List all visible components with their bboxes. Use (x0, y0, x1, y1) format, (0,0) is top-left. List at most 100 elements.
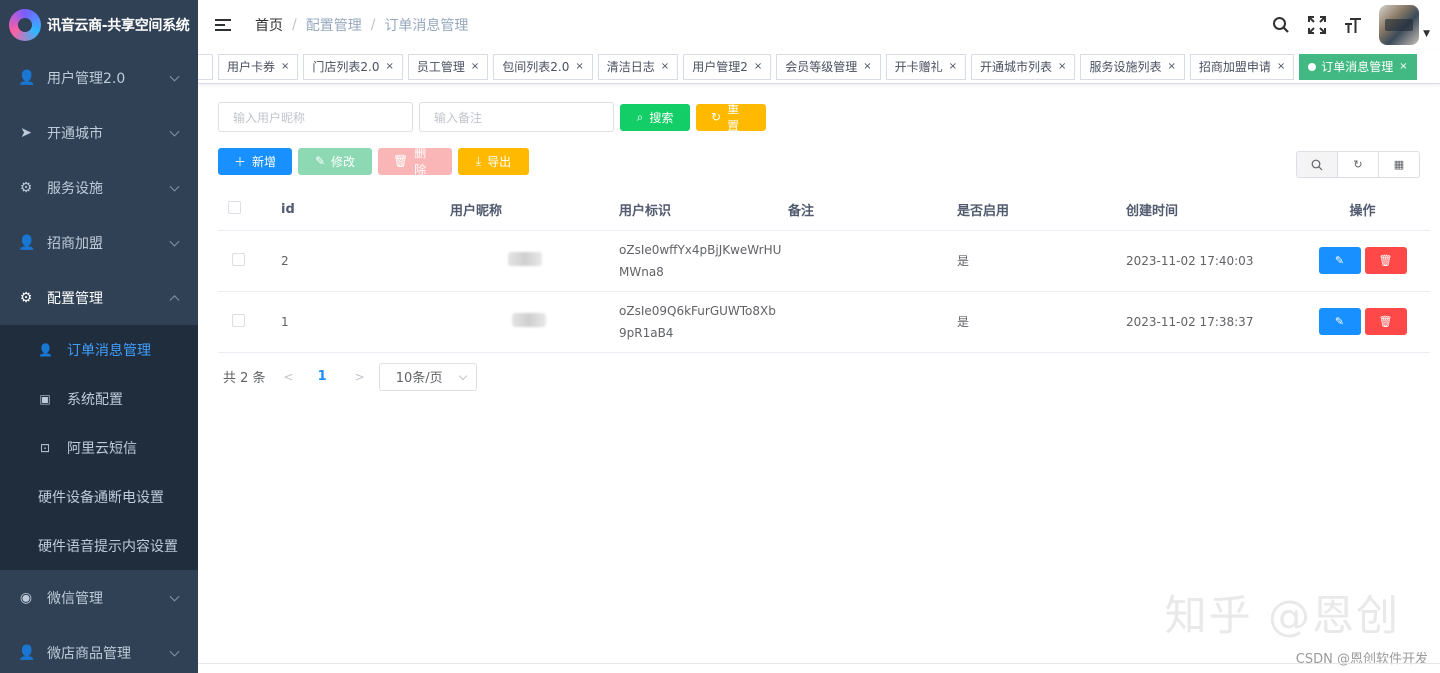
tag-item[interactable]: 清洁日志 × (597, 53, 679, 80)
data-table: id 用户昵称 用户标识 备注 是否启用 创建时间 操作 2 oZsIe0wff… (218, 190, 1430, 353)
export-button[interactable]: ⤓ 导出 (458, 147, 529, 175)
cell-remark (788, 230, 957, 292)
hamburger-icon[interactable] (215, 19, 231, 31)
close-icon[interactable]: × (1399, 55, 1407, 79)
reset-button[interactable]: ↻ 重置 (696, 102, 766, 133)
close-icon[interactable]: × (471, 55, 479, 79)
sidebar-item-label: 硬件语音提示内容设置 (38, 538, 178, 555)
col-identifier: 用户标识 (619, 190, 788, 231)
close-icon[interactable]: × (1277, 55, 1285, 79)
close-icon[interactable]: × (281, 55, 289, 79)
tag-item[interactable]: 开通城市列表 × (971, 53, 1076, 80)
close-icon[interactable]: × (661, 55, 669, 79)
breadcrumb-home[interactable]: 首页 (255, 15, 283, 35)
tag-label: 服务设施列表 (1089, 59, 1162, 74)
refresh-icon: ↻ (1353, 158, 1363, 171)
tag-scroll-stub (198, 53, 213, 80)
tag-label: 订单消息管理 (1321, 59, 1394, 74)
tag-item[interactable]: 用户管理2 × (683, 53, 772, 80)
sidebar-item-aliyun-sms[interactable]: ⊡ 阿里云短信 (0, 423, 198, 472)
sidebar-item-label: 开通城市 (47, 125, 103, 142)
close-icon[interactable]: × (386, 55, 394, 79)
cell-nickname (450, 230, 619, 292)
identifier-line: oZsIe09Q6kFurGUWTo8Xb (619, 303, 776, 318)
row-checkbox[interactable] (232, 252, 245, 266)
edit-button[interactable]: ✎ 修改 (298, 147, 372, 175)
tag-item[interactable]: 门店列表2.0 × (303, 53, 403, 80)
page-number[interactable]: 1 (318, 369, 327, 384)
caret-down-icon[interactable]: ▼ (1423, 29, 1430, 39)
font-size-icon[interactable] (1343, 15, 1363, 35)
tag-label: 开通城市列表 (980, 59, 1053, 74)
sidebar-item-config[interactable]: ⚙ 配置管理 (0, 270, 198, 325)
sidebar-item-label: 服务设施 (47, 180, 103, 197)
sidebar-item-shop-goods[interactable]: 👤 微店商品管理 (0, 625, 198, 673)
sidebar-item-power-settings[interactable]: 硬件设备通断电设置 (0, 472, 198, 521)
tag-item[interactable]: 包间列表2.0 × (493, 53, 593, 80)
tag-item[interactable]: 会员等级管理 × (776, 53, 881, 80)
tag-item[interactable]: 开卡赠礼 × (885, 53, 967, 80)
select-all-checkbox[interactable] (228, 201, 241, 215)
sidebar-item-facilities[interactable]: ⚙ 服务设施 (0, 160, 198, 215)
sidebar-item-order-messages[interactable]: 👤 订单消息管理 (0, 325, 198, 374)
close-icon[interactable]: × (575, 55, 583, 79)
row-delete-button[interactable]: 🗑 (1364, 247, 1407, 274)
add-button[interactable]: ＋ 新增 (218, 147, 292, 175)
tag-label: 员工管理 (416, 59, 465, 74)
toolbar: ＋ 新增 ✎ 修改 🗑 删除 ⤓ 导出 ↻ ▦ (218, 146, 1420, 178)
tag-item[interactable]: 员工管理 × (407, 53, 489, 80)
search-icon[interactable] (1271, 15, 1291, 35)
col-created: 创建时间 (1126, 190, 1295, 231)
plus-icon: ＋ (233, 154, 246, 169)
next-page-icon[interactable]: > (355, 370, 365, 384)
row-delete-button[interactable]: 🗑 (1364, 308, 1407, 335)
prev-page-icon[interactable]: < (284, 370, 294, 384)
table-row: 2 oZsIe0wffYx4pBjJKweWrHU MWna8 是 2023-1… (218, 230, 1430, 292)
sidebar-item-system-config[interactable]: ▣ 系统配置 (0, 374, 198, 423)
sidebar-item-cities[interactable]: ➤ 开通城市 (0, 105, 198, 160)
close-icon[interactable]: × (754, 55, 762, 79)
row-edit-button[interactable]: ✎ (1318, 247, 1361, 274)
row-checkbox[interactable] (232, 313, 245, 327)
wechat-icon: ◉ (19, 589, 33, 606)
close-icon[interactable]: × (863, 55, 871, 79)
close-icon[interactable]: × (1167, 55, 1175, 79)
sidebar-item-label: 阿里云短信 (67, 440, 137, 457)
tag-item-active[interactable]: 订单消息管理 × (1299, 53, 1417, 80)
tag-item[interactable]: 服务设施列表 × (1080, 53, 1185, 80)
search-icon: ⌕ (636, 109, 644, 124)
nickname-input[interactable]: 输入用户昵称 (218, 102, 413, 132)
table-tools: ↻ ▦ (1296, 151, 1420, 178)
close-icon[interactable]: × (949, 55, 957, 79)
grid-icon: ▦ (1393, 158, 1405, 171)
toggle-search-button[interactable] (1296, 151, 1338, 178)
tag-item[interactable]: 招商加盟申请 × (1189, 53, 1295, 80)
tag-item[interactable]: 用户卡券 × (218, 53, 299, 80)
col-nickname: 用户昵称 (450, 190, 619, 231)
export-button-label: 导出 (487, 154, 512, 169)
remark-input[interactable]: 输入备注 (419, 102, 614, 132)
user-icon: 👤 (18, 69, 36, 86)
col-enabled: 是否启用 (957, 190, 1126, 231)
delete-button[interactable]: 🗑 删除 (378, 146, 452, 177)
download-icon: ⤓ (475, 153, 482, 168)
sidebar-item-voice-settings[interactable]: 硬件语音提示内容设置 (0, 521, 198, 570)
sidebar-item-franchise[interactable]: 👤 招商加盟 (0, 215, 198, 270)
refresh-button[interactable]: ↻ (1337, 151, 1379, 178)
columns-button[interactable]: ▦ (1378, 151, 1420, 178)
avatar[interactable] (1379, 5, 1420, 45)
sidebar-item-user-management[interactable]: 👤 用户管理2.0 (0, 50, 198, 105)
sidebar-item-wechat[interactable]: ◉ 微信管理 (0, 570, 198, 625)
search-button[interactable]: ⌕ 搜索 (620, 103, 690, 131)
app-logo[interactable]: 讯音云商-共享空间系统 (0, 0, 198, 50)
briefcase-icon: ⊡ (39, 440, 51, 455)
sidebar-item-label: 订单消息管理 (67, 342, 151, 359)
search-form: 输入用户昵称 输入备注 ⌕ 搜索 ↻ 重置 (218, 102, 1420, 133)
close-icon[interactable]: × (1058, 55, 1066, 79)
fullscreen-icon[interactable] (1307, 15, 1327, 35)
tag-label: 用户卡券 (227, 59, 276, 74)
row-edit-button[interactable]: ✎ (1318, 308, 1361, 335)
page-size-select[interactable]: 10条/页 (378, 362, 477, 391)
box-icon: ▣ (39, 391, 51, 406)
cell-id: 2 (281, 230, 450, 292)
